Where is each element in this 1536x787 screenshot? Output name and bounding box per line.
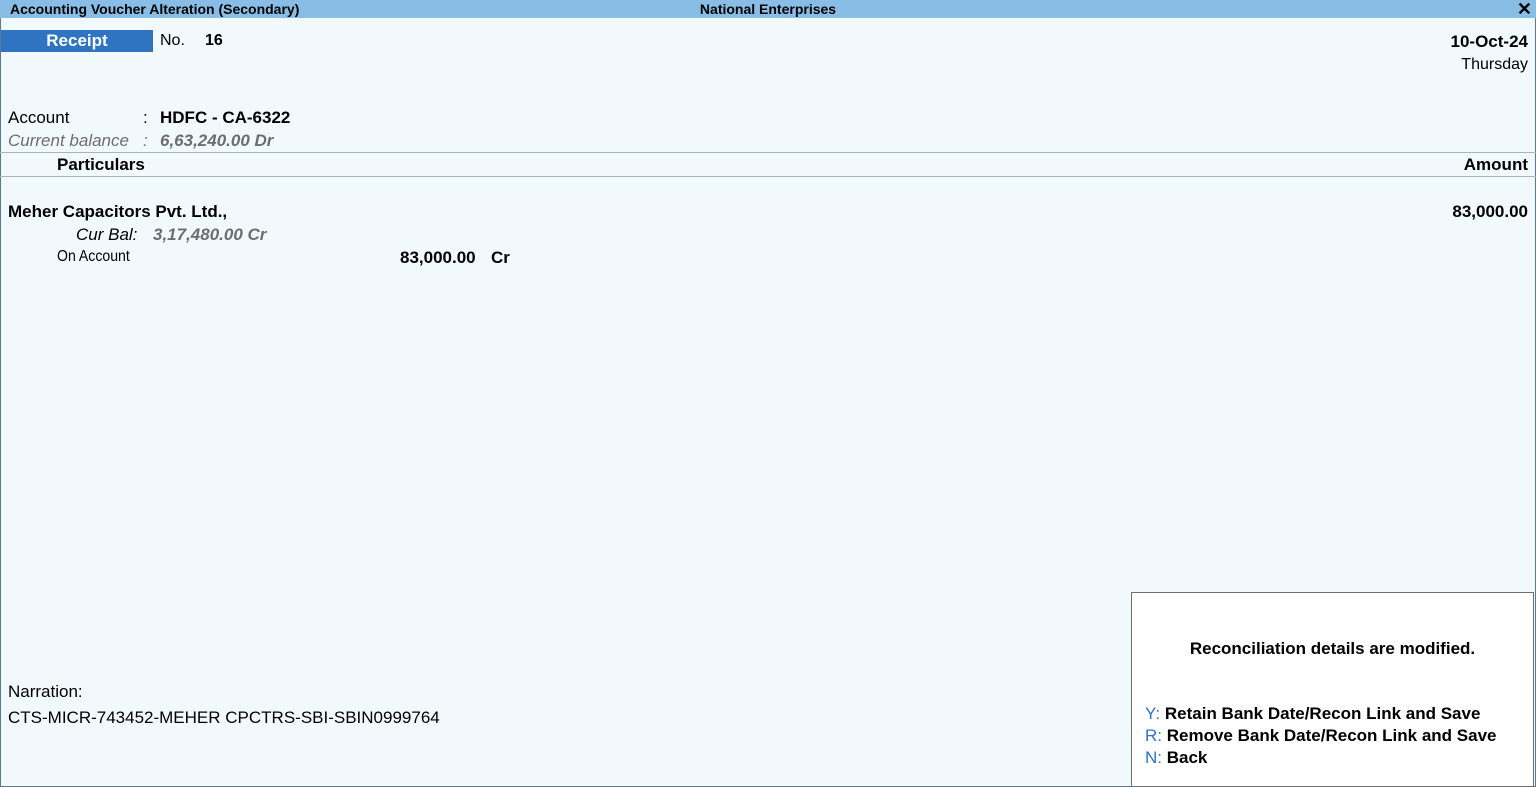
voucher-type-badge[interactable]: Receipt: [1, 30, 153, 52]
voucher-number-field[interactable]: 16: [205, 32, 223, 50]
current-balance-colon: :: [143, 131, 148, 150]
party-ledger-field[interactable]: Meher Capacitors Pvt. Ltd.,: [8, 202, 227, 222]
bill-dr-cr[interactable]: Cr: [491, 248, 510, 268]
bill-reference-type[interactable]: On Account: [57, 248, 130, 266]
party-cur-bal-label: Cur Bal:: [76, 225, 138, 244]
narration-field[interactable]: CTS-MICR-743452-MEHER CPCTRS-SBI-SBIN099…: [8, 708, 440, 728]
amount-column-header: Amount: [1463, 155, 1528, 174]
option-sep: :: [1157, 748, 1163, 767]
back-option[interactable]: N: Back: [1145, 748, 1207, 768]
option-label: Retain Bank Date/Recon Link and Save: [1164, 704, 1481, 723]
account-field[interactable]: HDFC - CA-6322: [160, 108, 290, 128]
reconciliation-dialog: Reconciliation details are modified. Y: …: [1131, 592, 1534, 787]
option-key-y: Y: [1145, 704, 1156, 723]
close-icon[interactable]: ✕: [1517, 0, 1532, 18]
account-colon: :: [143, 108, 148, 127]
bill-amount-field[interactable]: 83,000.00: [400, 248, 476, 268]
voucher-date-field[interactable]: 10-Oct-24: [1451, 32, 1528, 52]
narration-label: Narration:: [8, 682, 83, 701]
retain-and-save-option[interactable]: Y: Retain Bank Date/Recon Link and Save: [1145, 704, 1480, 724]
option-key-r: R: [1145, 726, 1158, 745]
voucher-day: Thursday: [1461, 56, 1528, 73]
dialog-message: Reconciliation details are modified.: [1189, 639, 1476, 658]
option-sep: :: [1155, 704, 1161, 723]
header-divider-top: [0, 152, 1536, 153]
current-balance-label: Current balance: [8, 131, 129, 150]
option-key-n: N: [1145, 748, 1158, 767]
party-cur-bal-value: 3,17,480.00 Cr: [153, 225, 267, 244]
option-label: Remove Bank Date/Recon Link and Save: [1166, 726, 1497, 745]
party-amount-field[interactable]: 83,000.00: [1452, 202, 1528, 222]
voucher-number-label: No.: [160, 32, 185, 49]
particulars-column-header: Particulars: [57, 155, 145, 174]
title-bar: Accounting Voucher Alteration (Secondary…: [0, 0, 1536, 18]
option-sep: :: [1157, 726, 1163, 745]
window-title: Accounting Voucher Alteration (Secondary…: [10, 1, 300, 17]
current-balance-value: 6,63,240.00 Dr: [160, 131, 274, 150]
account-label: Account: [8, 108, 70, 127]
remove-and-save-option[interactable]: R: Remove Bank Date/Recon Link and Save: [1145, 726, 1496, 746]
option-label: Back: [1166, 748, 1208, 767]
header-divider-bottom: [0, 176, 1536, 177]
